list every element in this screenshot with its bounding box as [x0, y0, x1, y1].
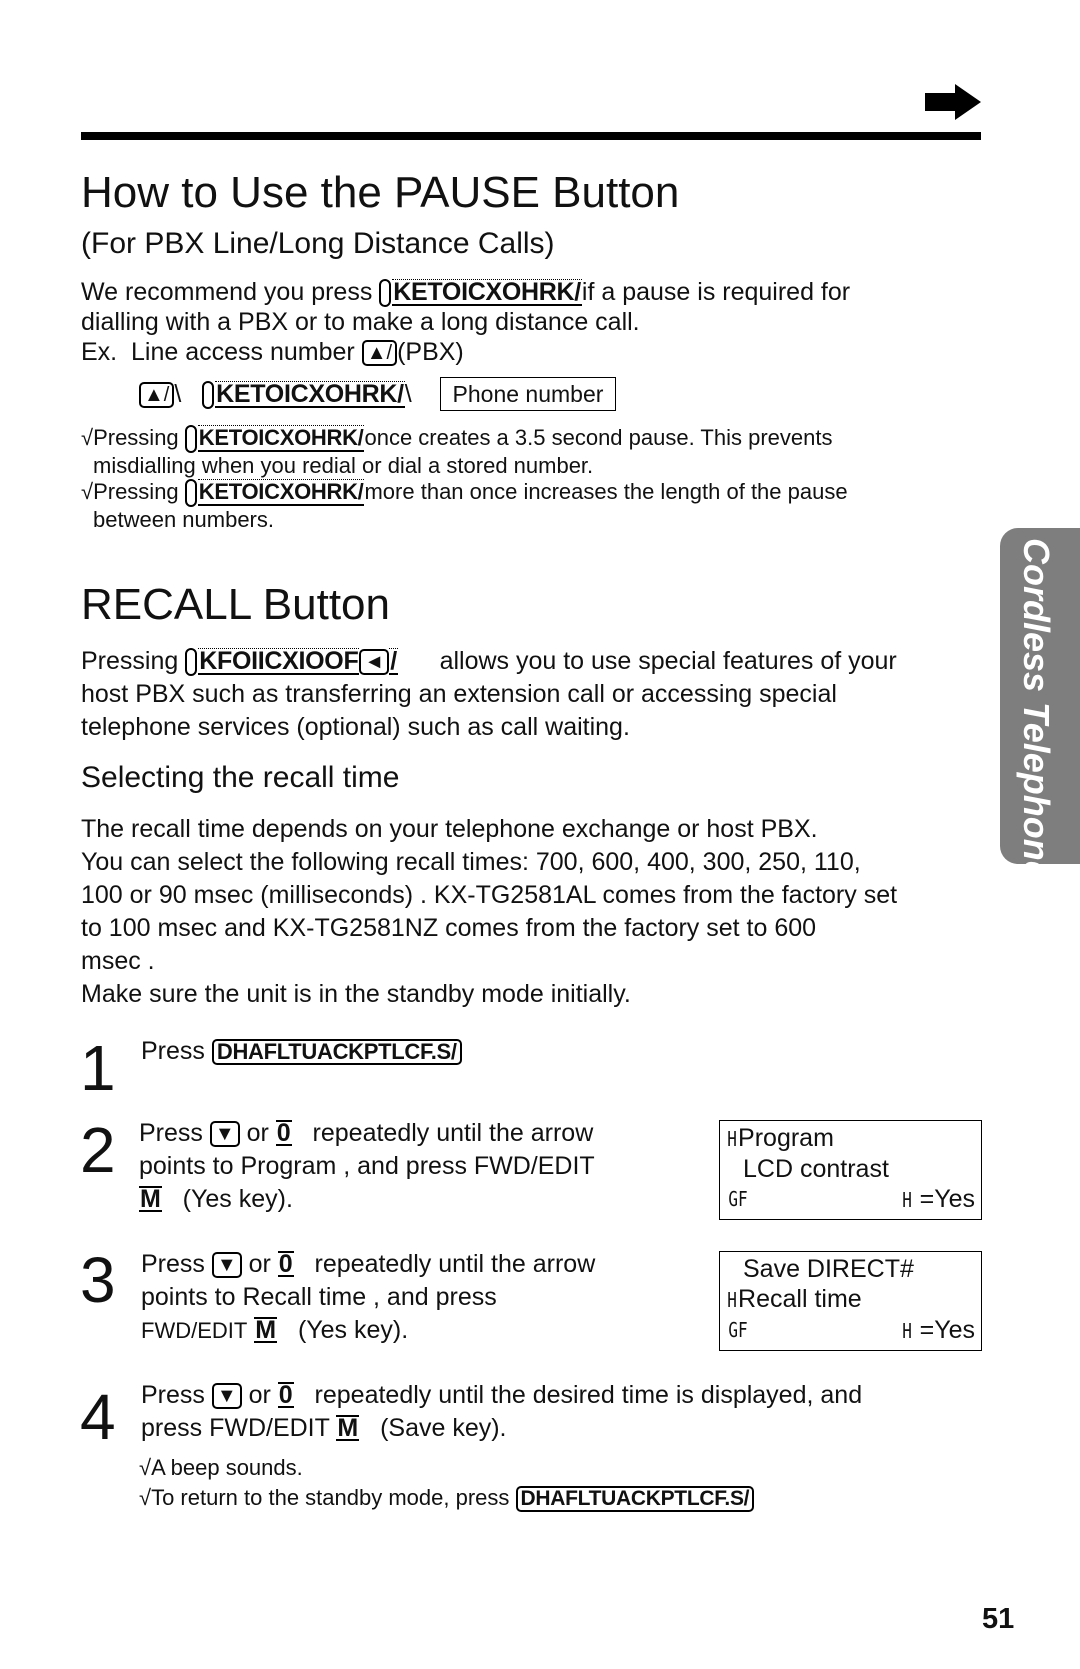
- step-4-note: √To return to the standby mode, press DH…: [139, 1484, 755, 1513]
- recall-body-line3: telephone services (optional) such as ca…: [81, 713, 630, 741]
- down-arrow-key-icon: ▼: [211, 1383, 242, 1410]
- pause-key-cap: [184, 479, 197, 508]
- flash-left-icon: ◄: [359, 649, 390, 676]
- down-arrow-key-icon: ▼: [209, 1121, 240, 1148]
- header-rule: [81, 132, 981, 140]
- lcd-display: HProgram LCD contrast GF H =Yes: [719, 1120, 982, 1220]
- recall-time-title: Selecting the recall time: [81, 761, 400, 794]
- page-number: 51: [982, 1603, 1015, 1635]
- lcd-display: Save DIRECT# HRecall time GF H =Yes: [719, 1251, 982, 1351]
- step-2-line2: points to Program , and press FWD/EDIT: [139, 1152, 595, 1180]
- zero-key: 0: [277, 1381, 294, 1409]
- step-number: 4: [80, 1381, 116, 1453]
- recall-time-line: Make sure the unit is in the standby mod…: [81, 980, 631, 1008]
- step-number: 2: [80, 1114, 116, 1186]
- pause-bullet-2: √Pressing KETOICXOHRK/more than once inc…: [81, 478, 848, 508]
- recall-time-line: The recall time depends on your telephon…: [81, 815, 818, 843]
- off-key: DHAFLTUACKPTLCF.S/: [211, 1039, 462, 1066]
- pause-bullet-2-cont: between numbers.: [93, 507, 274, 532]
- recall-time-line: to 100 msec and KX-TG2581NZ comes from t…: [81, 914, 817, 942]
- recall-body: Pressing KFOIICXIOOF ◄ / allows you to use…: [81, 647, 897, 677]
- m-key: M: [254, 1316, 278, 1344]
- pause-key: KETOICXOHRK/: [197, 425, 365, 452]
- m-key: M: [139, 1185, 162, 1213]
- recall-time-line: 100 or 90 msec (milliseconds) . KX-TG258…: [81, 881, 898, 909]
- step-3-line3: FWD/EDIT M (Yes key).: [141, 1316, 409, 1344]
- off-key: DHAFLTUACKPTLCF.S/: [515, 1486, 755, 1513]
- pause-key-cap: [379, 279, 392, 308]
- recall-key-cap: [185, 648, 198, 677]
- recall-key: KFOIICXIOOF: [198, 647, 360, 675]
- zero-key: 0: [275, 1119, 292, 1147]
- pause-key: KETOICXOHRK/: [197, 479, 365, 506]
- pause-section-subtitle: (For PBX Line/Long Distance Calls): [81, 227, 555, 260]
- dial-sequence: ▲/\ KETOICXOHRK/\ Phone number: [139, 377, 617, 411]
- arrow-right-icon: [925, 84, 981, 120]
- step-4-line2: press FWD/EDIT M (Save key).: [141, 1414, 507, 1442]
- line-access-key: ▲/: [139, 382, 175, 409]
- step-4-note: √A beep sounds.: [139, 1455, 303, 1480]
- pause-key: KETOICXOHRK/: [392, 278, 582, 306]
- pause-section-title: How to Use the PAUSE Button: [81, 168, 680, 217]
- step-4-line1: Press ▼ or 0 repeatedly until the desire…: [141, 1381, 863, 1410]
- pause-bullet-1-cont: misdialling when you redial or dial a st…: [93, 453, 594, 478]
- recall-body-line2: host PBX such as transferring an extensi…: [81, 680, 837, 708]
- pause-intro-line2: dialling with a PBX or to make a long di…: [81, 308, 640, 336]
- phone-number-box: Phone number: [439, 377, 617, 411]
- m-key: M: [336, 1414, 360, 1442]
- step-1-text: Press DHAFLTUACKPTLCF.S/: [141, 1036, 462, 1066]
- pause-key-cap: [184, 425, 197, 454]
- pause-key-cap: [202, 381, 215, 410]
- step-3-line1: Press ▼ or 0 repeatedly until the arrow: [141, 1250, 596, 1279]
- step-number: 3: [80, 1244, 116, 1316]
- line-access-key: ▲/: [361, 340, 398, 367]
- down-arrow-key-icon: ▼: [211, 1252, 242, 1279]
- step-3-line2: points to Recall time , and press: [141, 1283, 497, 1311]
- step-number: 1: [80, 1032, 116, 1104]
- pause-example: Ex. Line access number ▲/(PBX): [81, 338, 464, 367]
- recall-time-line: You can select the following recall time…: [81, 848, 861, 876]
- step-2-line3: M (Yes key).: [139, 1185, 293, 1213]
- recall-section-title: RECALL Button: [81, 580, 390, 629]
- side-tab-label: Cordless Telephone: [1016, 538, 1057, 881]
- pause-intro: We recommend you press KETOICXOHRK/if a …: [81, 278, 851, 308]
- pause-key: KETOICXOHRK/: [215, 380, 405, 408]
- pause-bullet-1: √Pressing KETOICXOHRK/once creates a 3.5…: [81, 424, 832, 454]
- side-tab: Cordless Telephone: [1000, 528, 1080, 881]
- step-2-line1: Press ▼ or 0 repeatedly until the arrow: [139, 1119, 594, 1148]
- zero-key: 0: [277, 1250, 294, 1278]
- recall-time-line: msec .: [81, 947, 155, 975]
